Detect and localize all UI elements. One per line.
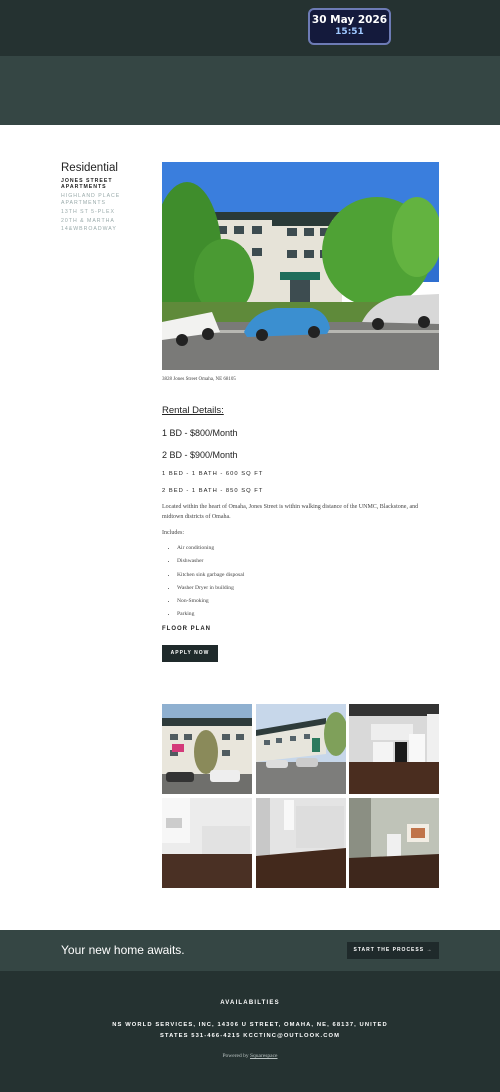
gallery-photo-living-room[interactable] bbox=[162, 797, 252, 888]
floor-plan-link[interactable]: FLOOR PLAN bbox=[162, 626, 439, 632]
top-bar: 30 May 2026 15:51 bbox=[0, 0, 500, 56]
sidebar-item-jones-street[interactable]: JONES STREET APARTMENTS bbox=[61, 178, 151, 191]
includes-label: Includes: bbox=[162, 530, 184, 536]
rental-details-heading: Rental Details: bbox=[162, 405, 224, 416]
footer: AVAILABILTIES NS WORLD SERVICES, INC, 14… bbox=[0, 971, 500, 1092]
cta-headline: Your new home awaits. bbox=[61, 943, 185, 957]
powered-by-prefix: Powered by bbox=[222, 1053, 250, 1059]
sidebar-title: Residential bbox=[61, 162, 118, 174]
address-caption: 3828 Jones Street Omaha, NE 68105 bbox=[162, 377, 236, 382]
spec-2bd: 2 BED - 1 BATH - 850 SQ FT bbox=[162, 488, 264, 494]
squarespace-link[interactable]: Squarespace bbox=[250, 1053, 278, 1059]
price-2bd: 2 BD - $900/Month bbox=[162, 450, 238, 460]
gallery-photo-bedroom[interactable] bbox=[255, 797, 346, 888]
price-1bd: 1 BD - $800/Month bbox=[162, 428, 238, 438]
powered-by: Powered by Squarespace bbox=[0, 1053, 500, 1059]
gallery-photo-kitchen[interactable] bbox=[349, 704, 439, 794]
amenities-list: Air conditioning Dishwasher Kitchen sink… bbox=[162, 542, 439, 622]
spec-1bd: 1 BED - 1 BATH - 600 SQ FT bbox=[162, 471, 264, 477]
start-process-button[interactable]: START THE PROCESS → bbox=[347, 942, 439, 959]
gallery-photo-exterior-2[interactable] bbox=[255, 704, 346, 794]
clock-widget: 30 May 2026 15:51 bbox=[308, 8, 391, 45]
clock-date: 30 May 2026 bbox=[311, 14, 388, 26]
gallery-photo-dining[interactable] bbox=[349, 797, 439, 888]
clock-time: 15:51 bbox=[335, 27, 364, 37]
hero-banner bbox=[0, 56, 500, 125]
amenity-item: Kitchen sink garbage disposal bbox=[177, 569, 439, 582]
footer-heading: AVAILABILTIES bbox=[220, 1000, 280, 1006]
gallery-photo-exterior-1[interactable] bbox=[162, 704, 252, 794]
amenity-item: Parking bbox=[177, 608, 439, 621]
sidebar-item-highland-place[interactable]: HIGHLAND PLACE APARTMENTS bbox=[61, 193, 151, 206]
listing-main: 3828 Jones Street Omaha, NE 68105 Rental… bbox=[162, 162, 439, 662]
cta-banner: Your new home awaits. START THE PROCESS … bbox=[0, 930, 500, 971]
photo-gallery bbox=[162, 704, 439, 888]
building-photo[interactable] bbox=[162, 162, 439, 370]
listing-description: Located within the heart of Omaha, Jones… bbox=[162, 504, 419, 520]
sidebar-item-13th-st[interactable]: 13TH ST 5-PLEX bbox=[61, 209, 151, 215]
amenity-item: Washer Dryer in building bbox=[177, 582, 439, 595]
amenity-item: Air conditioning bbox=[177, 542, 439, 555]
footer-address-line-2[interactable]: STATES 531-466-4215 KCCTINC@OUTLOOK.COM bbox=[0, 1031, 500, 1042]
amenity-item: Dishwasher bbox=[177, 555, 439, 568]
sidebar-nav: Residential JONES STREET APARTMENTS HIGH… bbox=[61, 162, 151, 235]
amenity-item: Non-Smoking bbox=[177, 595, 439, 608]
apply-now-button[interactable]: APPLY NOW bbox=[162, 644, 218, 662]
sidebar-item-14-w-broadway[interactable]: 14&WBROADWAY bbox=[61, 226, 151, 232]
footer-address-line-1: NS WORLD SERVICES, INC, 14306 U STREET, … bbox=[112, 1022, 388, 1028]
footer-address: NS WORLD SERVICES, INC, 14306 U STREET, … bbox=[0, 1020, 500, 1042]
sidebar-item-20th-martha[interactable]: 20TH & MARTHA bbox=[61, 218, 151, 224]
